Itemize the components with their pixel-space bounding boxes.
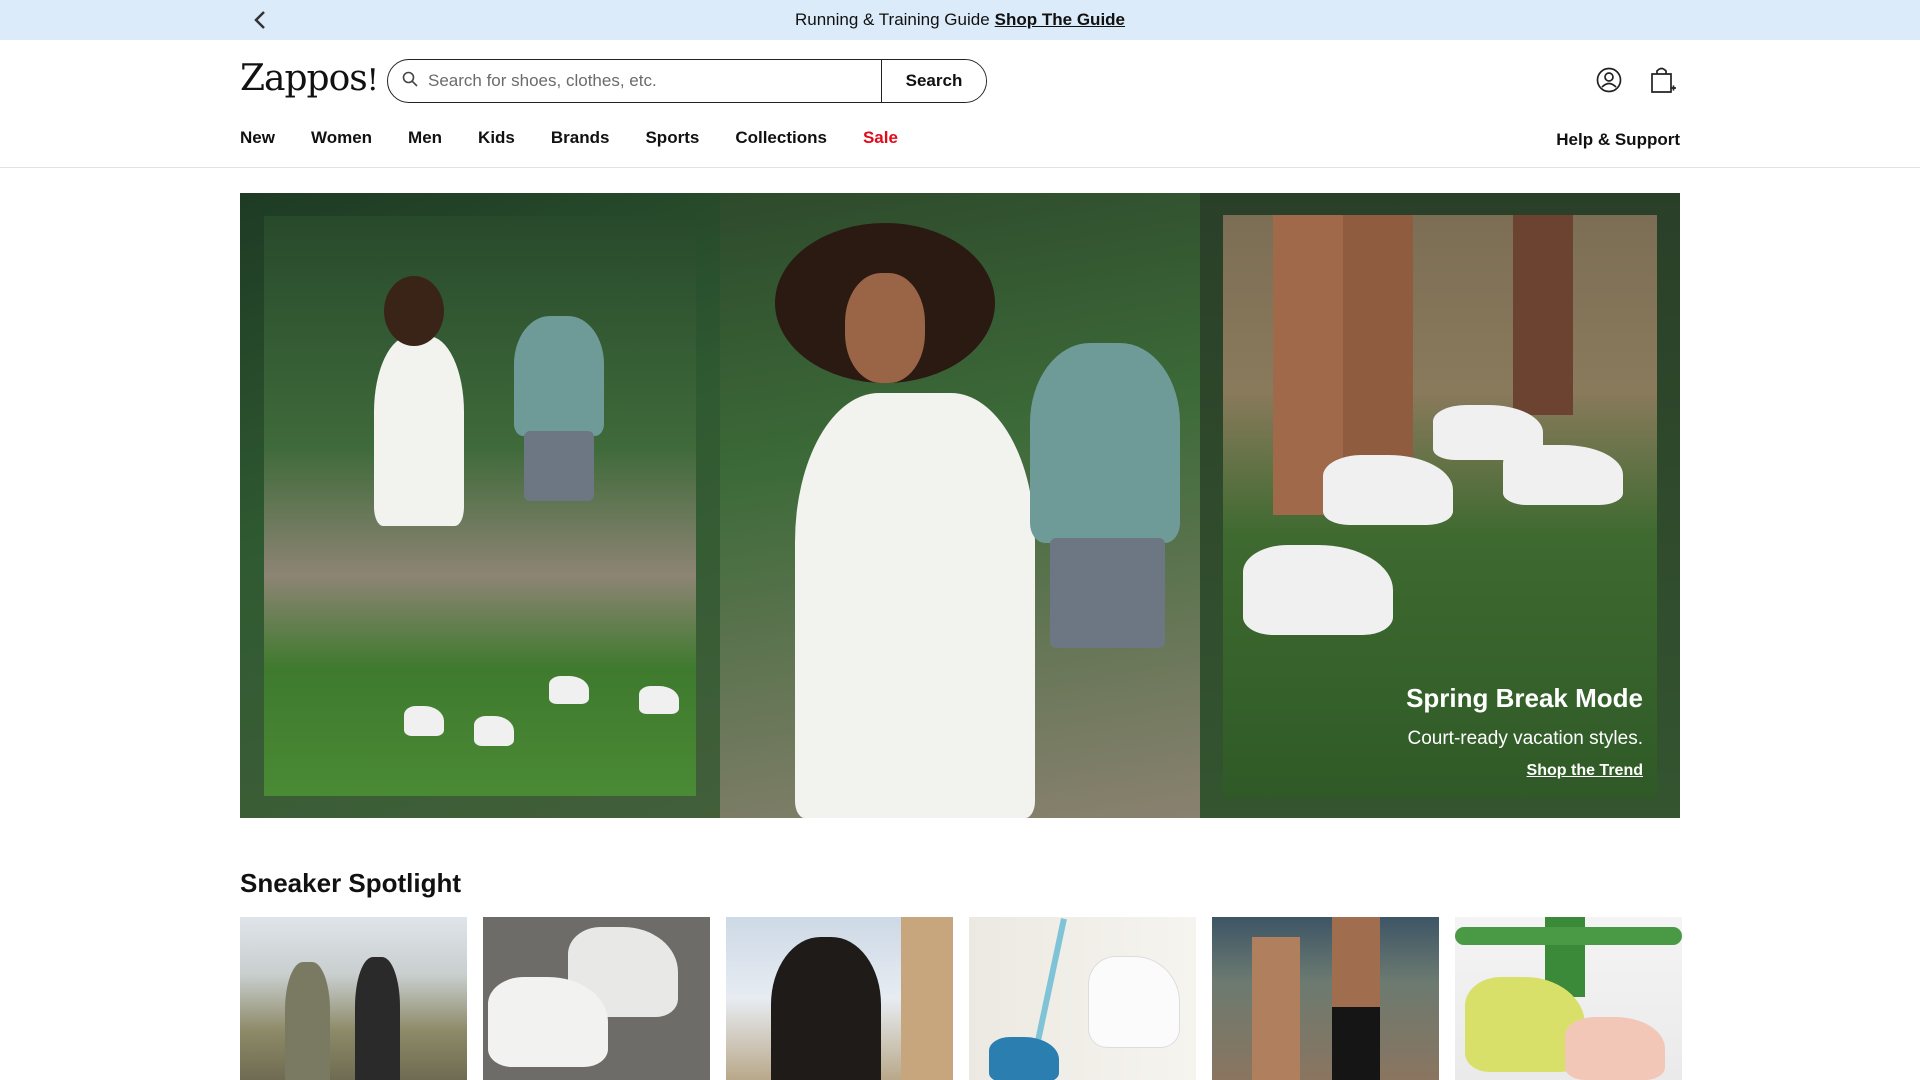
hero-copy: Spring Break Mode Court-ready vacation s… (1406, 683, 1643, 780)
hero-sneaker (1503, 445, 1623, 505)
help-support-link[interactable]: Help & Support (1556, 130, 1680, 150)
tile-leg (1252, 937, 1300, 1080)
nav-item-brands[interactable]: Brands (551, 128, 610, 148)
hero-image-right: Spring Break Mode Court-ready vacation s… (1200, 193, 1680, 818)
spotlight-tile-2[interactable] (483, 917, 710, 1080)
search-field (388, 60, 881, 102)
search-icon (402, 71, 418, 92)
tile-stand (1455, 927, 1682, 945)
tile-wall (901, 917, 953, 1080)
hero-banner[interactable]: Spring Break Mode Court-ready vacation s… (240, 193, 1680, 818)
spotlight-tile-1[interactable] (240, 917, 467, 1080)
zappos-logo[interactable]: Zappos! (240, 58, 379, 99)
hero-subtitle: Court-ready vacation styles. (1407, 728, 1644, 749)
nav-item-men[interactable]: Men (408, 128, 442, 148)
account-icon[interactable] (1592, 63, 1626, 97)
hero-figure-woman (374, 336, 464, 526)
search-input[interactable] (428, 71, 848, 91)
nav-item-women[interactable]: Women (311, 128, 372, 148)
promo-bar: Running & Training Guide Shop The Guide (0, 0, 1920, 40)
hero-figure-man (514, 316, 604, 436)
hero-figure-woman-hair (384, 276, 444, 346)
hero-figure-man-shorts (1050, 538, 1165, 648)
hero-figure-dress (795, 393, 1035, 818)
spotlight-tile-3[interactable] (726, 917, 953, 1080)
tile-sneaker (488, 977, 608, 1067)
tile-figure (355, 957, 400, 1080)
hero-photo-couple (264, 216, 696, 796)
hero-shoe (474, 716, 514, 746)
nav-item-kids[interactable]: Kids (478, 128, 515, 148)
search-button[interactable]: Search (881, 60, 986, 102)
site-header: Zappos! Search (0, 40, 1920, 122)
hero-image-left (240, 193, 720, 818)
spotlight-tiles (240, 917, 1682, 1080)
tile-sneaker (1565, 1017, 1665, 1080)
promo-link[interactable]: Shop The Guide (995, 10, 1125, 30)
nav-item-new[interactable]: New (240, 128, 275, 148)
nav-item-sale[interactable]: Sale (863, 128, 898, 148)
header-actions (1592, 63, 1680, 97)
cart-icon[interactable] (1646, 63, 1680, 97)
hero-sneaker (1243, 545, 1393, 635)
spotlight-tile-4[interactable] (969, 917, 1196, 1080)
hero-figure-man-shirt (1030, 343, 1180, 543)
tile-sneaker (1089, 957, 1179, 1047)
tile-figure (285, 962, 330, 1080)
tile-sock (1332, 1007, 1380, 1080)
promo-text: Running & Training Guide (794, 10, 990, 29)
hero-title: Spring Break Mode (1406, 683, 1643, 713)
logo-text: Zappos (240, 58, 368, 99)
hero-sneaker (1323, 455, 1453, 525)
tile-figure (771, 937, 881, 1080)
hero-leg (1513, 215, 1573, 415)
section-title: Sneaker Spotlight (240, 868, 462, 898)
hero-shoe (639, 686, 679, 714)
hero-cta-link[interactable]: Shop the Trend (1406, 762, 1643, 780)
spotlight-tile-6[interactable] (1455, 917, 1682, 1080)
nav-item-collections[interactable]: Collections (735, 128, 827, 148)
hero-shoe (404, 706, 444, 736)
search-bar: Search (387, 59, 987, 103)
tile-sneaker (989, 1037, 1059, 1080)
hero-leg (1343, 215, 1413, 475)
nav-items: New Women Men Kids Brands Sports Collect… (240, 128, 934, 148)
hero-figure-man-shorts (524, 431, 594, 501)
logo-mark-icon: ! (366, 63, 379, 98)
main-nav: New Women Men Kids Brands Sports Collect… (0, 122, 1920, 168)
nav-item-sports[interactable]: Sports (645, 128, 699, 148)
hero-figure-face (845, 273, 925, 383)
chevron-left-icon[interactable] (248, 8, 272, 32)
hero-image-center (720, 193, 1200, 818)
spotlight-tile-5[interactable] (1212, 917, 1439, 1080)
hero-shoe (549, 676, 589, 704)
